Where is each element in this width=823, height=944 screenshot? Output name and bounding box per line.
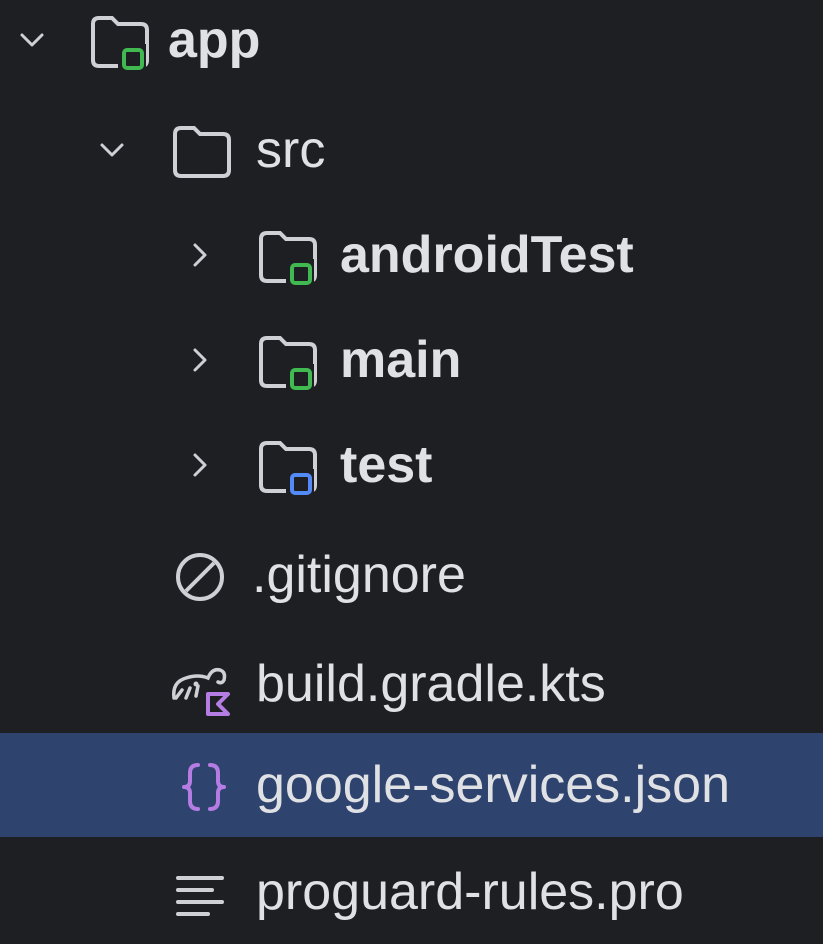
module-folder-icon	[88, 10, 152, 74]
tree-item-label: test	[340, 436, 433, 494]
tree-item-label: src	[256, 121, 326, 179]
tree-item-label: build.gradle.kts	[256, 655, 606, 713]
source-folder-icon	[256, 225, 320, 289]
source-folder-icon	[256, 330, 320, 394]
tree-row-androidtest[interactable]: androidTest	[0, 203, 823, 307]
tree-item-label: androidTest	[340, 226, 634, 284]
tree-row-src[interactable]: src	[0, 98, 823, 202]
tree-row-build-gradle-kts[interactable]: build.gradle.kts	[0, 632, 823, 736]
tree-item-label: main	[340, 331, 462, 389]
chevron-down-icon[interactable]	[92, 130, 132, 170]
tree-row-proguard-rules-pro[interactable]: proguard-rules.pro	[0, 840, 823, 944]
chevron-down-icon[interactable]	[12, 20, 52, 60]
tree-row-google-services-json[interactable]: google-services.json	[0, 733, 823, 837]
tree-item-label: google-services.json	[256, 756, 731, 814]
test-folder-icon	[256, 435, 320, 499]
tree-item-label: proguard-rules.pro	[256, 863, 684, 921]
ignore-file-icon	[168, 545, 232, 609]
chevron-right-icon[interactable]	[180, 445, 220, 485]
tree-row-main[interactable]: main	[0, 308, 823, 412]
chevron-right-icon[interactable]	[180, 235, 220, 275]
folder-icon	[170, 120, 234, 184]
json-file-icon	[172, 755, 236, 819]
tree-row-app[interactable]: app	[0, 0, 823, 92]
project-tree: app src androidTest main test .gitignore…	[0, 0, 823, 925]
chevron-right-icon[interactable]	[180, 340, 220, 380]
tree-item-label: .gitignore	[252, 546, 466, 604]
tree-row-test[interactable]: test	[0, 413, 823, 517]
tree-item-label: app	[168, 11, 261, 69]
gradle-kotlin-icon	[168, 654, 232, 718]
tree-row-gitignore[interactable]: .gitignore	[0, 523, 823, 627]
text-file-icon	[168, 862, 232, 926]
